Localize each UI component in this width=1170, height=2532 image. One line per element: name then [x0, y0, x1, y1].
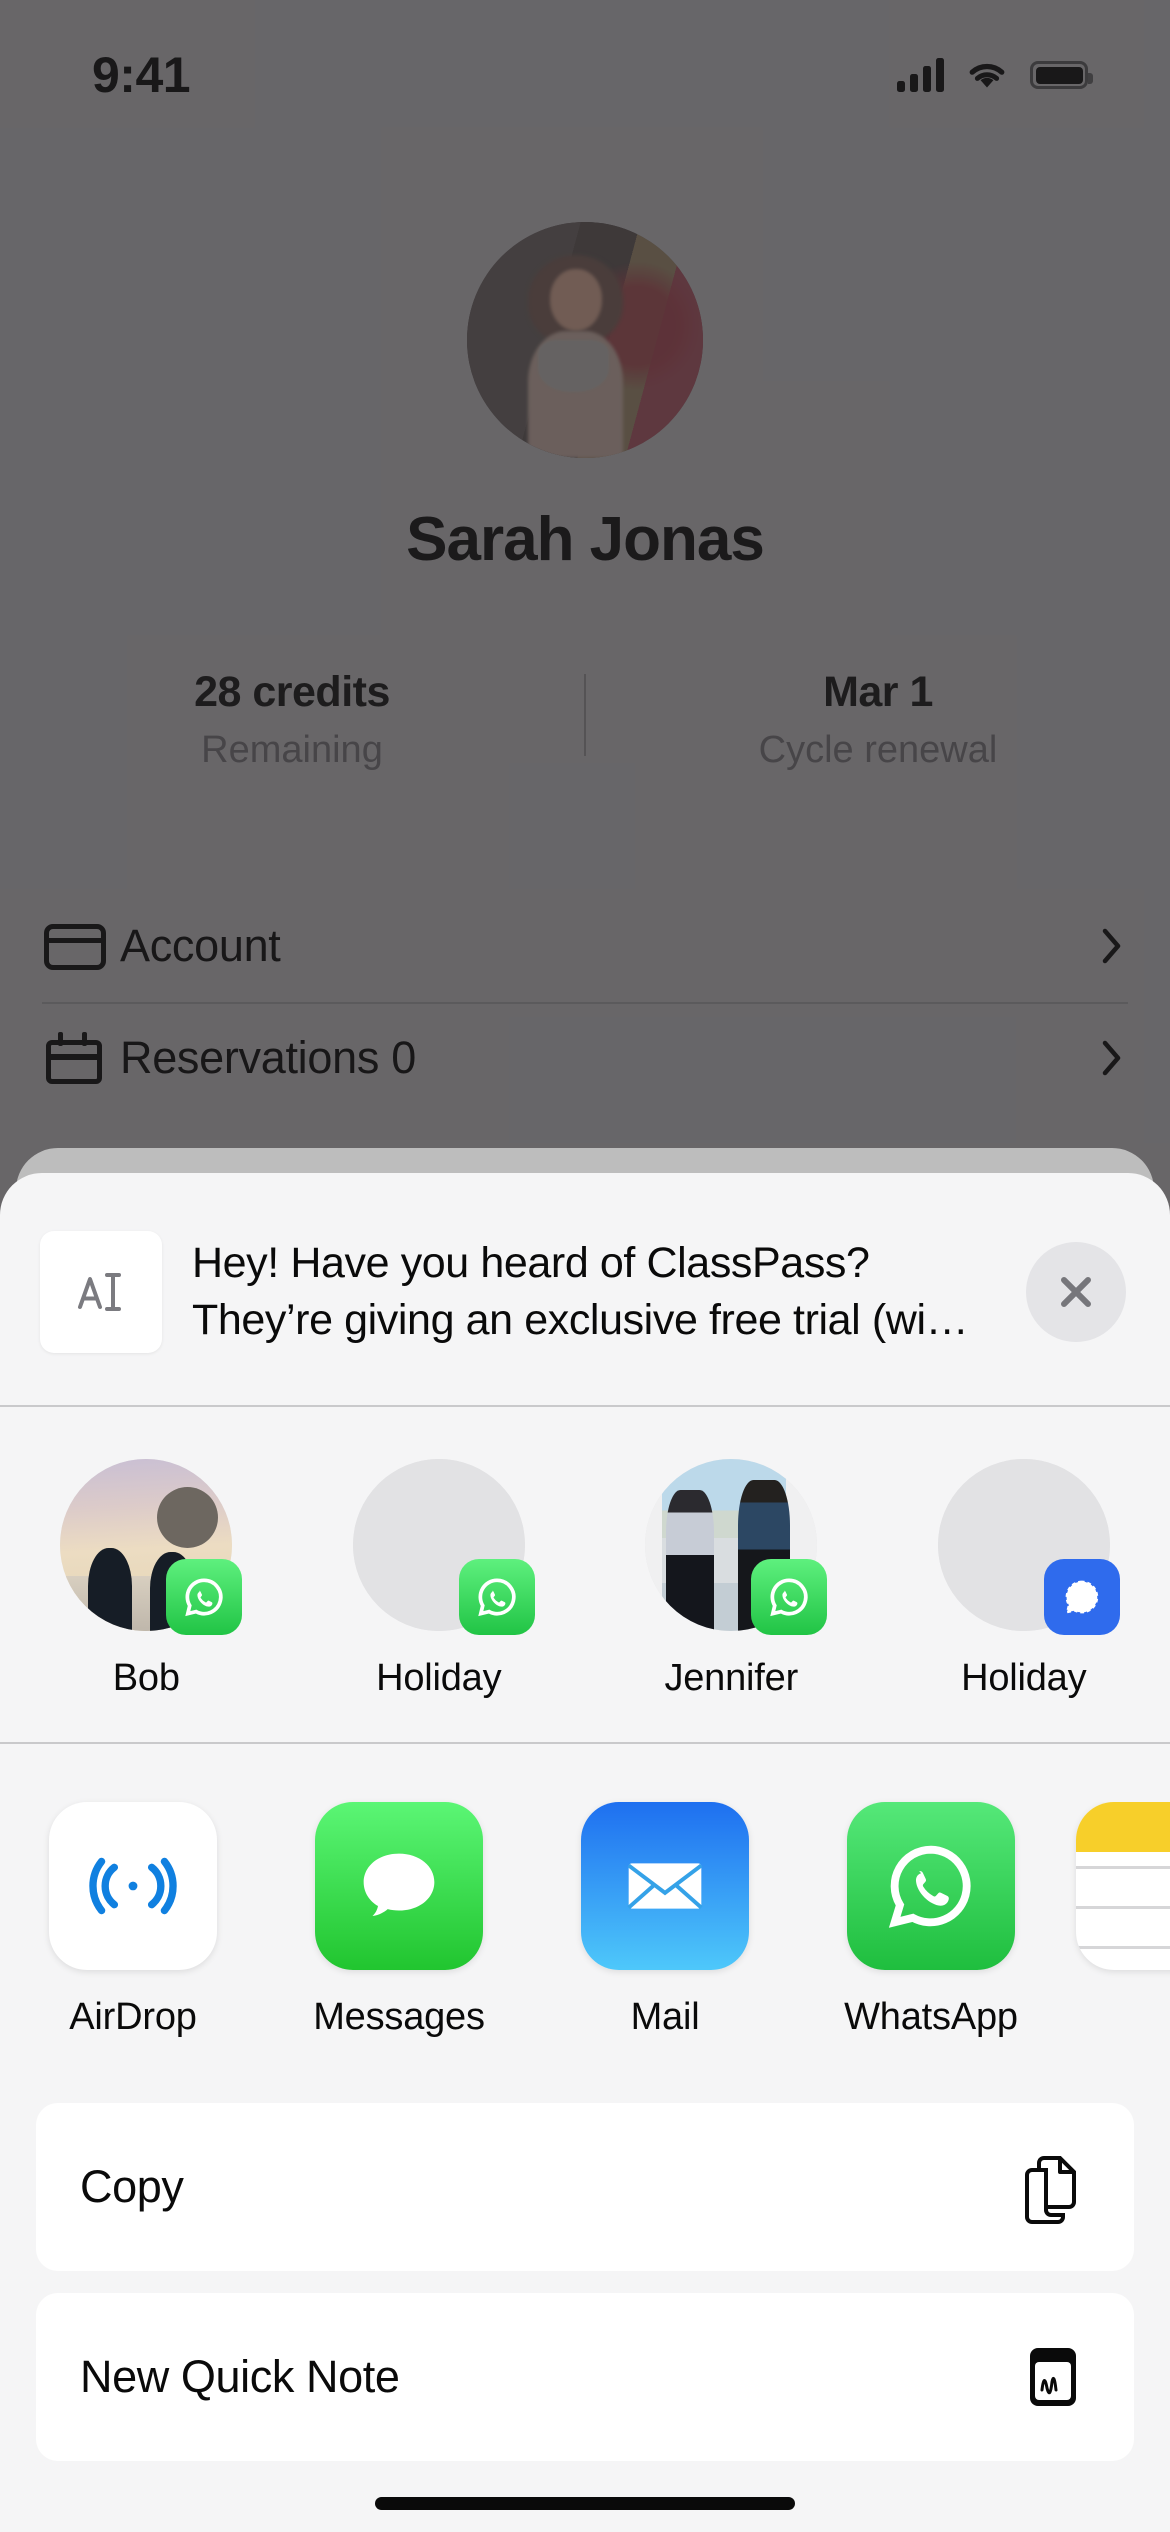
app-item-messages[interactable]: Messages — [266, 1802, 532, 2039]
whatsapp-icon — [847, 1802, 1015, 1970]
avatar — [937, 1459, 1120, 1635]
contact-item[interactable]: Holiday — [293, 1459, 586, 1700]
contact-name: Jennifer — [664, 1657, 799, 1699]
preview-line-2: They’re giving an exclusive free trial (… — [192, 1296, 969, 1344]
contact-item[interactable]: Holiday — [878, 1459, 1170, 1700]
contact-name: Holiday — [376, 1657, 502, 1699]
app-name: AirDrop — [69, 1996, 197, 2038]
messages-icon — [315, 1802, 483, 1970]
action-label: Copy — [80, 2161, 184, 2212]
action-label: New Quick Note — [80, 2351, 400, 2402]
share-preview: Hey! Have you heard of ClassPass? They’r… — [0, 1173, 1170, 1405]
avatar — [645, 1459, 828, 1635]
airdrop-icon — [49, 1802, 217, 1970]
app-name: WhatsApp — [844, 1996, 1018, 2038]
whatsapp-badge-icon — [458, 1559, 535, 1635]
apps-row: AirDrop Messages Mail WhatsApp — [0, 1744, 1170, 2079]
avatar — [352, 1459, 535, 1635]
contact-name: Bob — [112, 1657, 180, 1699]
whatsapp-badge-icon — [166, 1559, 243, 1635]
app-item-airdrop[interactable]: AirDrop — [0, 1802, 266, 2039]
share-sheet-panel: Hey! Have you heard of ClassPass? They’r… — [0, 1173, 1170, 2532]
avatar — [60, 1459, 243, 1635]
close-button[interactable] — [1026, 1242, 1126, 1342]
home-indicator — [375, 2497, 795, 2510]
share-preview-text: Hey! Have you heard of ClassPass? They’r… — [192, 1235, 996, 1349]
quick-note-icon — [1014, 2338, 1092, 2416]
app-item-mail[interactable]: Mail — [532, 1802, 798, 2039]
copy-icon — [1014, 2148, 1092, 2226]
signal-badge-icon — [1043, 1559, 1120, 1635]
app-name: Mail — [630, 1996, 700, 2038]
contact-item[interactable]: Jennifer — [585, 1459, 878, 1700]
mail-icon — [581, 1802, 749, 1970]
action-copy[interactable]: Copy — [36, 2103, 1134, 2271]
preview-line-1: Hey! Have you heard of ClassPass? — [192, 1239, 870, 1288]
app-item-notes[interactable] — [1064, 1802, 1170, 1996]
action-list: Copy New Quick Note — [0, 2079, 1170, 2461]
action-new-quick-note[interactable]: New Quick Note — [36, 2293, 1134, 2461]
close-icon — [1061, 1277, 1091, 1307]
contact-item[interactable]: Bob — [0, 1459, 293, 1700]
app-name: Messages — [313, 1996, 485, 2038]
contact-name: Holiday — [961, 1657, 1087, 1699]
text-document-icon — [40, 1231, 162, 1353]
contacts-row: Bob Holiday Jennifer Holiday — [0, 1407, 1170, 1742]
app-item-whatsapp[interactable]: WhatsApp — [798, 1802, 1064, 2039]
share-sheet: Hey! Have you heard of ClassPass? They’r… — [0, 1148, 1170, 2532]
notes-icon — [1076, 1802, 1170, 1970]
whatsapp-badge-icon — [751, 1559, 828, 1635]
screen: 9:41 Sarah Jonas 28 credits Remaining Ma… — [0, 0, 1170, 2532]
